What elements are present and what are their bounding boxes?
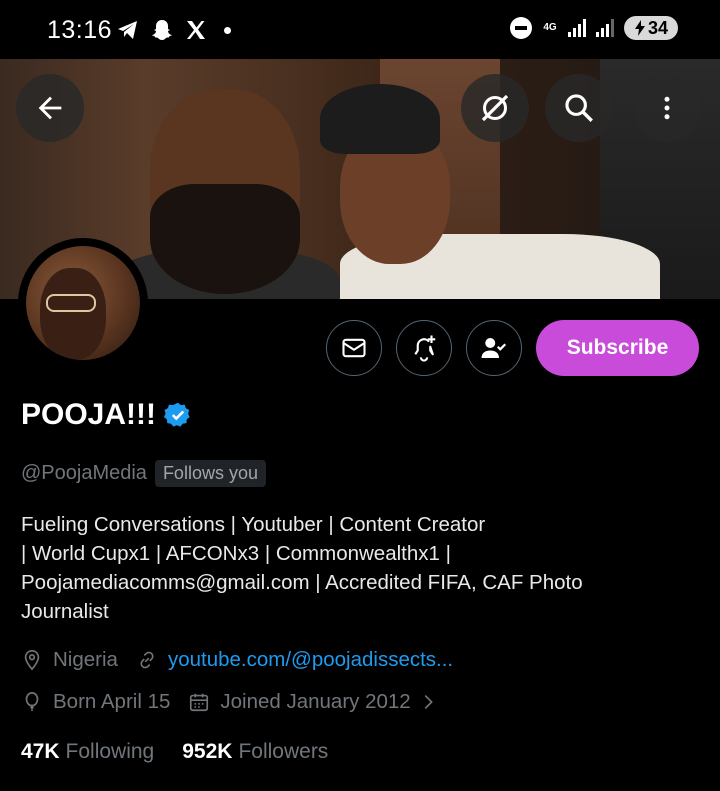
avatar-photo — [26, 246, 140, 360]
arrow-left-icon — [38, 96, 62, 120]
message-button[interactable] — [326, 320, 382, 376]
search-button[interactable] — [545, 74, 613, 142]
banner-person-left — [110, 79, 340, 299]
notifications-button[interactable] — [396, 320, 452, 376]
status-time: 13:16 — [47, 16, 113, 44]
followers-stat[interactable]: 952K Followers — [182, 740, 328, 764]
bell-plus-icon — [414, 335, 436, 362]
grok-icon — [481, 94, 509, 122]
following-button[interactable] — [466, 320, 522, 376]
do-not-disturb-icon — [510, 17, 532, 39]
charging-bolt-icon — [634, 20, 645, 36]
signal-bars-2-icon — [596, 19, 614, 37]
snapchat-icon — [152, 20, 172, 40]
location-pin-icon — [24, 650, 40, 671]
profile-name: POOJA!!! — [21, 398, 156, 431]
balloon-icon — [25, 692, 39, 712]
following-label: Following — [65, 740, 155, 763]
person-check-icon — [481, 338, 507, 358]
mail-icon — [342, 338, 366, 358]
back-button[interactable] — [16, 74, 84, 142]
x-icon — [187, 21, 205, 39]
status-notification-icons — [116, 18, 231, 42]
status-system-icons: 4G 34 — [510, 16, 678, 40]
telegram-icon — [118, 21, 137, 39]
joined-item[interactable]: Joined January 2012 — [188, 690, 438, 714]
website-item[interactable]: youtube.com/@poojadissects... — [136, 648, 453, 672]
profile-meta-row: Nigeria youtube.com/@poojadissects... — [21, 648, 471, 672]
profile-handle-row: @PoojaMedia Follows you — [21, 460, 266, 487]
chevron-right-icon[interactable] — [417, 691, 439, 713]
status-bar: 13:16 4G 34 — [0, 0, 720, 62]
notification-dot — [224, 26, 231, 34]
link-icon — [140, 651, 154, 669]
battery-indicator: 34 — [624, 16, 678, 40]
following-stat[interactable]: 47K Following — [21, 740, 154, 764]
calendar-icon — [190, 693, 209, 712]
bio-line: Fueling Conversations | Youtuber | Conte… — [21, 513, 486, 536]
profile-location: Nigeria — [53, 648, 118, 671]
followers-count: 952K — [182, 740, 233, 763]
location-item: Nigeria — [21, 648, 118, 672]
more-button[interactable] — [633, 74, 701, 142]
profile-name-row: POOJA!!! — [21, 398, 192, 432]
signal-bars-1-icon — [568, 19, 586, 37]
bio-line: Journalist — [21, 600, 109, 623]
profile-joined: Joined January 2012 — [220, 690, 411, 713]
search-icon — [565, 94, 593, 122]
bio-line: Poojamediacomms@gmail.com | Accredited F… — [21, 571, 583, 594]
profile-stats: 47K Following 952K Followers — [21, 740, 328, 764]
subscribe-button[interactable]: Subscribe — [536, 320, 699, 376]
profile-birthday: Born April 15 — [53, 690, 171, 713]
profile-avatar[interactable] — [18, 238, 148, 368]
birthday-item: Born April 15 — [21, 690, 170, 714]
grok-button[interactable] — [461, 74, 529, 142]
bio-line: | World Cupx1 | AFCONx3 | Commonwealthx1… — [21, 542, 451, 565]
verified-badge-icon[interactable] — [164, 401, 192, 429]
profile-bio: Fueling Conversations | Youtuber | Conte… — [21, 510, 701, 626]
following-count: 47K — [21, 740, 60, 763]
battery-level: 34 — [647, 17, 669, 38]
profile-website-link[interactable]: youtube.com/@poojadissects... — [168, 648, 453, 672]
more-vertical-icon — [664, 96, 670, 120]
network-type: 4G — [543, 22, 557, 33]
profile-meta-row: Born April 15 Joined January 2012 — [21, 690, 457, 714]
profile-handle: @PoojaMedia — [21, 462, 147, 484]
followers-label: Followers — [238, 740, 329, 763]
follows-you-badge: Follows you — [154, 460, 266, 487]
